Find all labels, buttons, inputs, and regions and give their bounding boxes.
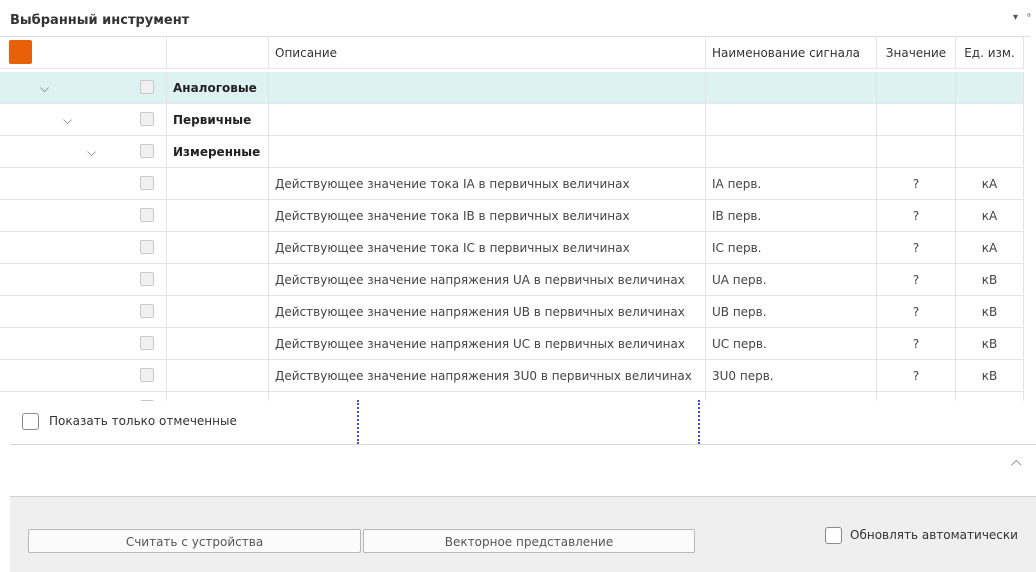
chevron-up-icon[interactable]: ⌵ [1011,456,1022,472]
row-unit: кВ [956,360,1024,392]
row-value: ? [877,296,956,328]
row-value: ? [877,168,956,200]
selection-marker[interactable] [9,40,32,64]
column-header-description[interactable]: Описание [269,37,706,69]
table-row[interactable]: Действующее значение напряжения 3U0 в пе… [0,360,1030,392]
tree-cell: ⌵ [35,104,167,136]
row-description: Действующее значение напряжения UB в пер… [269,296,706,328]
divider [10,444,1036,445]
row-signal: UA перв. [706,264,877,296]
row-value: ? [877,328,956,360]
row-checkbox[interactable] [140,80,154,94]
signals-grid: Описание Наименование сигнала Значение Е… [0,36,1030,401]
table-row[interactable]: Действующее значение тока IC в первичных… [0,232,1030,264]
table-row[interactable]: Действующее значение тока IB в первичных… [0,200,1030,232]
row-checkbox[interactable] [140,144,154,158]
row-unit: кВ [956,264,1024,296]
row-description: Действующее значение напряжения 3U0 в пе… [269,360,706,392]
group-row-analog[interactable]: ⌵ Аналоговые [0,72,1030,104]
column-header-signal[interactable]: Наименование сигнала [706,37,877,69]
row-checkbox[interactable] [140,272,154,286]
row-unit: кА [956,232,1024,264]
panel-title: Выбранный инструмент [10,13,190,28]
row-unit: кА [956,168,1024,200]
row-marker [0,72,35,104]
row-signal: IA перв. [706,168,877,200]
column-header-unit[interactable]: Ед. изм. [956,37,1024,69]
row-signal: IC перв. [706,232,877,264]
row-checkbox[interactable] [140,368,154,382]
row-signal: 3U0 перв. [706,360,877,392]
row-value: ? [877,200,956,232]
row-checkbox[interactable] [140,304,154,318]
row-checkbox[interactable] [140,400,154,401]
row-value: ? [877,360,956,392]
row-value: ? [877,232,956,264]
dock-icon[interactable]: ᵃ [1027,12,1031,23]
splitter-handle[interactable] [698,400,700,444]
group-row-measured[interactable]: ⌵ Измеренные [0,136,1030,168]
row-checkbox[interactable] [140,112,154,126]
row-description: Действующее значение напряжения UA в пер… [269,264,706,296]
panel-header: Выбранный инструмент ▾ ᵃ [0,0,1036,36]
table-row[interactable]: Действующее значение напряжения UC в пер… [0,328,1030,360]
row-checkbox[interactable] [140,176,154,190]
column-header-value[interactable]: Значение [877,37,956,69]
table-row[interactable]: Действующее значение тока IA в первичных… [0,168,1030,200]
group-row-primary[interactable]: ⌵ Первичные [0,104,1030,136]
splitter-handle[interactable] [357,400,359,444]
table-row[interactable]: Действующее значение напряжения UA в пер… [0,264,1030,296]
header-tree-cell [35,37,167,69]
group-label: Измеренные [167,136,269,168]
chevron-down-icon[interactable]: ⌵ [87,136,96,167]
row-description: Действующее значение тока IC в первичных… [269,232,706,264]
group-label: Аналоговые [167,72,269,104]
read-from-device-button[interactable]: Считать с устройства [28,529,361,553]
row-description: Действующее значение напряжения UC в пер… [269,328,706,360]
row-checkbox[interactable] [140,208,154,222]
show-checked-only-checkbox[interactable] [22,413,39,430]
vector-view-button[interactable]: Векторное представление [363,529,695,553]
row-description: Действующее значение тока IB в первичных… [269,200,706,232]
pin-icon[interactable]: ▾ [1013,12,1018,23]
row-signal: UC перв. [706,328,877,360]
table-row[interactable] [0,392,1030,401]
row-unit: кВ [956,296,1024,328]
auto-update-label[interactable]: Обновлять автоматически [850,528,1018,542]
row-unit: кВ [956,328,1024,360]
group-label: Первичные [167,104,269,136]
table-row[interactable]: Действующее значение напряжения UB в пер… [0,296,1030,328]
tree-cell: ⌵ [35,136,167,168]
tree-cell: ⌵ [35,72,167,104]
grid-header-row: Описание Наименование сигнала Значение Е… [0,37,1030,69]
row-signal: IB перв. [706,200,877,232]
row-signal: UB перв. [706,296,877,328]
row-value: ? [877,264,956,296]
header-name-cell [167,37,269,69]
chevron-down-icon[interactable]: ⌵ [63,104,72,135]
chevron-down-icon[interactable]: ⌵ [40,72,49,103]
row-checkbox[interactable] [140,336,154,350]
row-unit: кА [956,200,1024,232]
auto-update-checkbox[interactable] [825,527,842,544]
row-description: Действующее значение тока IA в первичных… [269,168,706,200]
row-checkbox[interactable] [140,240,154,254]
show-checked-only-label[interactable]: Показать только отмеченные [49,414,237,428]
